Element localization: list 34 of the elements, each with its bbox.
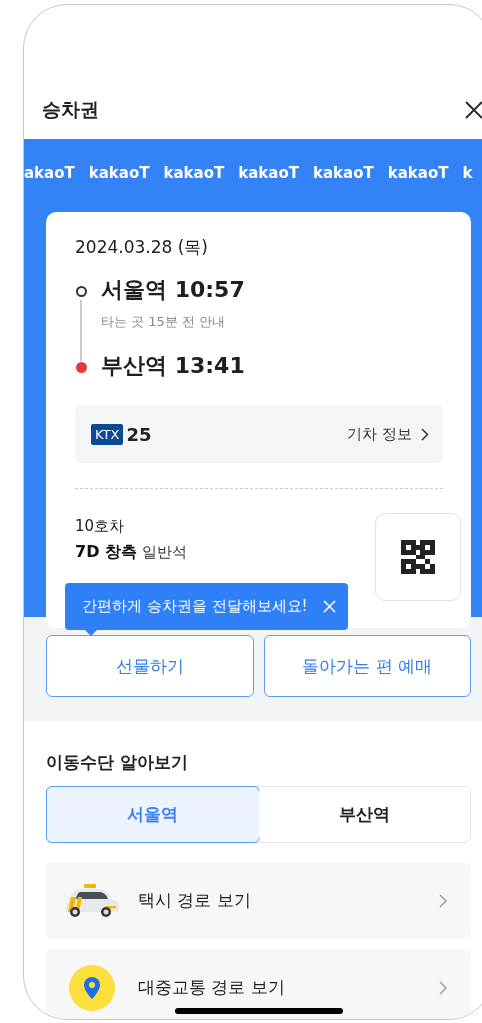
train-type-badge: KTX bbox=[91, 423, 124, 445]
chevron-right-icon bbox=[421, 427, 429, 441]
travel-date: 2024.03.28 (목) bbox=[75, 236, 209, 259]
action-button[interactable]: 선물하기 bbox=[46, 635, 254, 697]
chevron-right-icon bbox=[439, 980, 447, 995]
brand-pattern-text: k bbox=[462, 164, 473, 182]
route-list-item[interactable]: 대중교통 경로 보기 bbox=[46, 949, 471, 1019]
chevron-right-icon bbox=[439, 893, 447, 908]
brand-pattern-text: kakaoT bbox=[163, 164, 225, 182]
close-icon[interactable] bbox=[323, 600, 336, 613]
seat-info: 7D 창측 일반석 bbox=[75, 542, 187, 563]
station-time: 서울역 10:57 bbox=[101, 276, 245, 304]
close-button[interactable] bbox=[464, 100, 482, 120]
station-time: 부산역 13:41 bbox=[101, 352, 245, 380]
qr-code-icon bbox=[401, 540, 435, 574]
departure-dot-icon bbox=[75, 286, 87, 297]
tooltip-text: 간편하게 승차권을 전달해보세요! bbox=[82, 597, 308, 616]
arrival-dot-icon bbox=[75, 362, 87, 373]
section-title: 이동수단 알아보기 bbox=[46, 751, 189, 774]
taxi-icon bbox=[62, 882, 122, 919]
brand-pattern-text: kakaoT bbox=[238, 164, 299, 182]
qr-code-button[interactable] bbox=[375, 513, 461, 601]
brand-pattern-text: kakaoT bbox=[312, 164, 374, 182]
train-info-link[interactable]: 기차 정보 bbox=[347, 424, 429, 444]
brand-pattern-text: akaoT bbox=[24, 164, 75, 182]
page-title: 승차권 bbox=[42, 97, 99, 122]
route-list-item[interactable]: 택시 경로 보기 bbox=[46, 862, 471, 939]
brand-pattern-text: kakaoT bbox=[387, 164, 449, 182]
brand-pattern-text: kakaoT bbox=[88, 164, 150, 182]
train-number: 25 bbox=[126, 423, 152, 445]
action-button[interactable]: 돌아가는 편 예매 bbox=[263, 635, 471, 697]
car-number: 10호차 bbox=[75, 517, 126, 536]
boarding-note: 타는 곳 15분 전 안내 bbox=[101, 313, 227, 331]
close-icon bbox=[464, 100, 482, 120]
